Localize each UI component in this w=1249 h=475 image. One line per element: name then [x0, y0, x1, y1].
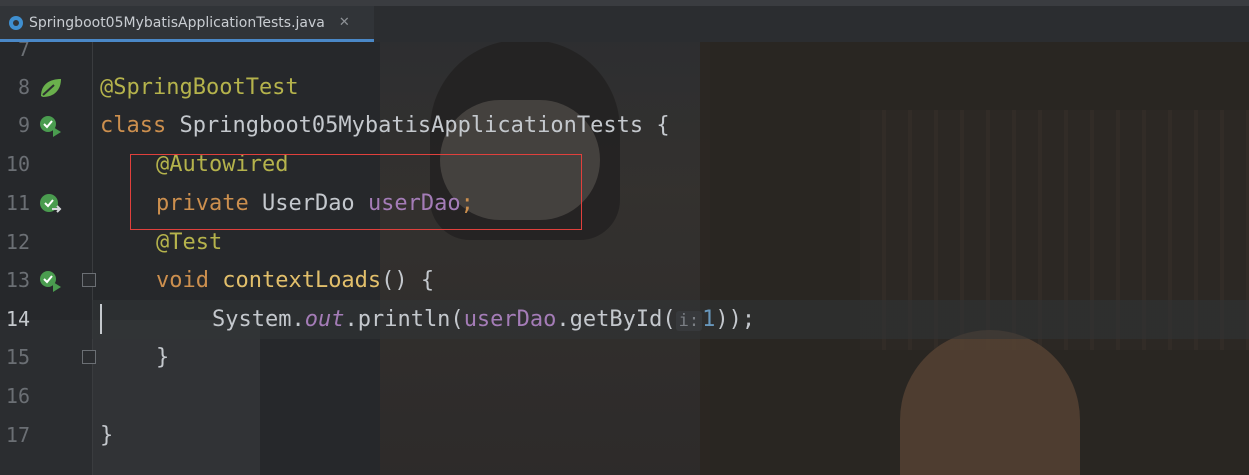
code-line-9: 9 class Springboot05MybatisApplicationTe…	[0, 106, 1249, 145]
code-text: System.out.println(userDao.getById(i: 1))…	[212, 300, 755, 341]
text-caret	[100, 304, 102, 334]
line-number: 8	[17, 75, 30, 99]
code-text: }	[156, 338, 169, 377]
open-brace: {	[656, 113, 670, 138]
close-icon[interactable]: ✕	[339, 15, 350, 30]
code-line-14: 14 System.out.println(userDao.getById(i:…	[0, 300, 1249, 339]
number-literal: 1	[702, 307, 716, 332]
run-test-icon[interactable]	[38, 269, 64, 293]
line-number: 11	[5, 191, 30, 215]
line-number: 14	[5, 307, 30, 331]
line-number: 15	[5, 345, 30, 369]
java-class-icon	[9, 15, 23, 30]
code-line-16: 16	[0, 377, 1249, 416]
annotation-springboottest: @SpringBootTest	[100, 75, 299, 100]
line-number: 13	[5, 268, 30, 292]
tab-springboot05-tests[interactable]: Springboot05MybatisApplicationTests.java…	[0, 6, 374, 42]
navigate-bean-icon[interactable]	[38, 192, 64, 216]
class-name: Springboot05MybatisApplicationTests	[166, 113, 657, 138]
spring-bean-icon[interactable]	[38, 76, 64, 100]
editor-tab-bar: Springboot05MybatisApplicationTests.java…	[0, 0, 1249, 42]
code-text: void contextLoads() {	[156, 261, 434, 300]
system-class: System.	[212, 307, 305, 332]
code-line-17: 17 }	[0, 416, 1249, 455]
line-number: 16	[5, 384, 30, 408]
fold-marker-icon[interactable]	[82, 350, 96, 364]
line-number: 7	[17, 42, 30, 61]
code-text: class Springboot05MybatisApplicationTest…	[100, 106, 670, 145]
line-number: 9	[17, 113, 30, 137]
parameter-hint: i:	[675, 311, 703, 331]
run-test-icon[interactable]	[38, 114, 64, 138]
field-userdao: userDao	[463, 307, 557, 332]
code-line-7: 7	[0, 42, 1249, 70]
tab-filename: Springboot05MybatisApplicationTests.java	[29, 14, 325, 31]
line-number: 10	[5, 152, 30, 176]
keyword-void: void	[156, 268, 209, 293]
code-text: @SpringBootTest	[100, 68, 299, 107]
line-number: 12	[5, 230, 30, 254]
line-number: 17	[5, 423, 30, 447]
annotation-test: @Test	[156, 230, 223, 255]
method-contextloads: contextLoads	[208, 268, 382, 293]
code-text: }	[100, 416, 113, 455]
println-call: .println(	[344, 307, 464, 332]
method-signature-rest: () {	[381, 268, 435, 293]
annotation-highlight-box	[130, 154, 582, 230]
getbyid-call: .getById(	[556, 307, 676, 332]
close-brace: }	[156, 345, 170, 370]
code-line-8: 8 @SpringBootTest	[0, 68, 1249, 107]
static-field-out: out	[304, 307, 345, 332]
close-brace: }	[100, 423, 114, 448]
code-line-13: 13 void contextLoads() {	[0, 261, 1249, 300]
keyword-class: class	[100, 113, 167, 138]
call-end: ));	[715, 307, 756, 332]
fold-marker-icon[interactable]	[82, 273, 96, 287]
code-line-15: 15 }	[0, 338, 1249, 377]
